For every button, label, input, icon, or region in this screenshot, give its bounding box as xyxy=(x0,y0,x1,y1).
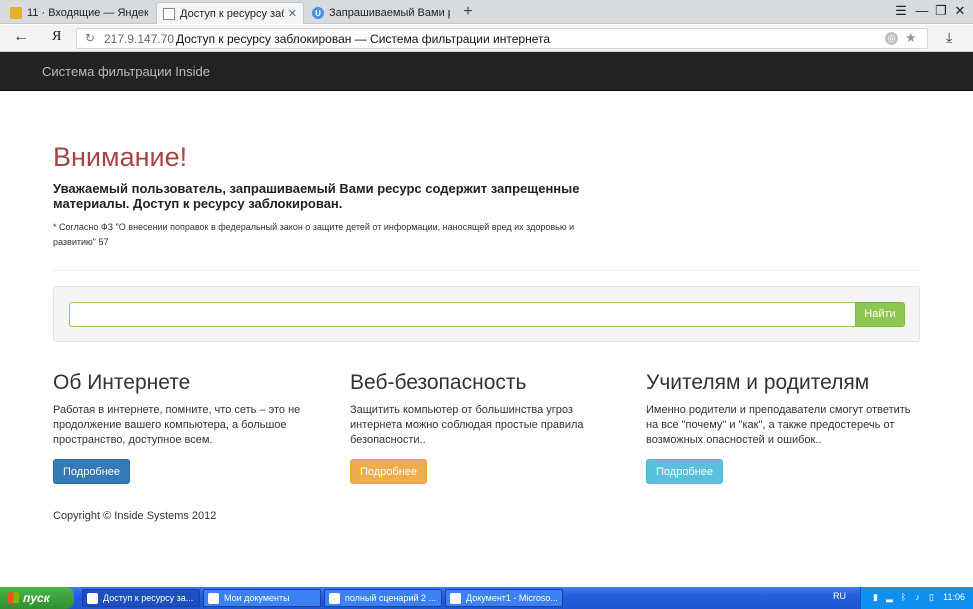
copyright: Copyright © Inside Systems 2012 xyxy=(53,510,217,522)
column-title: Об Интернете xyxy=(53,371,191,394)
more-button-security[interactable]: Подробнее xyxy=(350,459,428,484)
taskbar-item-my-documents[interactable]: Мои документы xyxy=(203,589,321,607)
url-host: 217.9.147.70 xyxy=(104,32,175,46)
back-arrow-icon[interactable]: ← xyxy=(12,28,30,46)
tab-blocked-resource[interactable]: Доступ к ресурсу заблок ✕ xyxy=(156,2,304,24)
taskbar-item-scenario-doc[interactable]: полный сценарий 2 ... xyxy=(324,589,442,607)
more-button-internet[interactable]: Подробнее xyxy=(53,459,131,484)
column-text: Именно родители и преподаватели смогут о… xyxy=(646,404,911,446)
column-title: Учителям и родителям xyxy=(646,371,870,394)
menu-icon[interactable]: ☰ xyxy=(892,3,910,19)
browser-tab-strip: 11 · Входящие — Яндекс.П Доступ к ресурс… xyxy=(0,0,973,24)
start-button[interactable]: пуск xyxy=(0,587,74,609)
search-panel: Найти xyxy=(53,286,920,342)
protect-icon[interactable]: ◎ xyxy=(885,32,898,45)
bookmark-star-icon[interactable]: ★ xyxy=(905,30,917,46)
more-button-parents[interactable]: Подробнее xyxy=(646,459,724,484)
url-field[interactable]: ↻ 217.9.147.70 Доступ к ресурсу заблокир… xyxy=(76,28,928,49)
blocked-message: Уважаемый пользователь, запрашиваемый Ва… xyxy=(53,181,580,211)
tab-yandex-mail[interactable]: 11 · Входящие — Яндекс.П xyxy=(4,2,154,24)
tab-label: Запрашиваемый Вами ресур xyxy=(329,7,450,19)
address-bar: ← Я ↻ 217.9.147.70 Доступ к ресурсу забл… xyxy=(0,25,973,52)
taskbar-item-document1[interactable]: Документ1 - Microso... xyxy=(445,589,563,607)
browser-icon xyxy=(87,593,98,604)
close-window-icon[interactable]: ✕ xyxy=(951,3,969,19)
site-navbar: Система фильтрации Inside xyxy=(0,52,973,91)
tab-requested-resource[interactable]: U Запрашиваемый Вами ресур xyxy=(306,2,456,24)
battery-icon[interactable]: ▯ xyxy=(927,592,936,602)
column-web-security: Веб-безопасность Защитить компьютер от б… xyxy=(350,371,625,484)
column-teachers-parents: Учителям и родителям Именно родители и п… xyxy=(646,371,921,484)
folder-icon xyxy=(208,593,219,604)
u-icon: U xyxy=(312,7,324,19)
page-icon xyxy=(163,7,175,20)
column-text: Работая в интернете, помните, что сеть –… xyxy=(53,404,301,446)
new-tab-button[interactable]: + xyxy=(458,2,478,22)
word-icon xyxy=(450,593,461,604)
clock: 11:06 xyxy=(943,592,965,602)
minimize-icon[interactable]: — xyxy=(913,3,931,18)
start-label: пуск xyxy=(23,591,50,605)
word-icon xyxy=(329,593,340,604)
windows-logo-icon xyxy=(8,592,19,603)
column-text: Защитить компьютер от большинства угроз … xyxy=(350,404,584,446)
taskbar-item-label: Документ1 - Microso... xyxy=(466,593,558,603)
search-button[interactable]: Найти xyxy=(855,302,905,327)
taskbar-item-label: Доступ к ресурсу за... xyxy=(103,593,194,603)
taskbar: пуск Доступ к ресурсу за... Мои документ… xyxy=(0,587,973,609)
taskbar-item-label: Мои документы xyxy=(224,593,290,603)
network-icon[interactable]: ▮ xyxy=(871,592,880,602)
column-title: Веб-безопасность xyxy=(350,371,527,394)
restore-icon[interactable]: ❐ xyxy=(932,3,950,19)
volume-icon[interactable]: ♪ xyxy=(913,592,922,602)
site-brand-link[interactable]: Система фильтрации Inside xyxy=(42,64,210,79)
warning-heading: Внимание! xyxy=(53,142,188,172)
divider xyxy=(53,270,920,271)
close-tab-icon[interactable]: ✕ xyxy=(288,7,297,20)
yandex-logo-icon[interactable]: Я xyxy=(52,29,61,45)
url-page-title: Доступ к ресурсу заблокирован — Система … xyxy=(176,32,551,46)
tab-label: Доступ к ресурсу заблок xyxy=(180,7,284,20)
taskbar-item-browser[interactable]: Доступ к ресурсу за... xyxy=(82,589,200,607)
tab-label: 11 · Входящие — Яндекс.П xyxy=(27,7,148,19)
reload-icon[interactable]: ↻ xyxy=(85,31,95,45)
mail-icon xyxy=(10,7,22,19)
system-tray: ▮ ▂ ᛒ ♪ ▯ 11:06 xyxy=(860,587,973,609)
taskbar-item-label: полный сценарий 2 ... xyxy=(345,593,437,603)
download-icon[interactable]: ⤓ xyxy=(946,29,952,46)
law-footnote: * Согласно ФЗ "О внесении поправок в фед… xyxy=(53,222,575,247)
signal-icon[interactable]: ▂ xyxy=(885,592,894,602)
language-indicator[interactable]: RU xyxy=(833,591,846,601)
screen: 11 · Входящие — Яндекс.П Доступ к ресурс… xyxy=(0,0,973,609)
column-about-internet: Об Интернете Работая в интернете, помнит… xyxy=(53,371,328,484)
bluetooth-icon[interactable]: ᛒ xyxy=(899,592,908,602)
search-input[interactable] xyxy=(69,302,856,327)
